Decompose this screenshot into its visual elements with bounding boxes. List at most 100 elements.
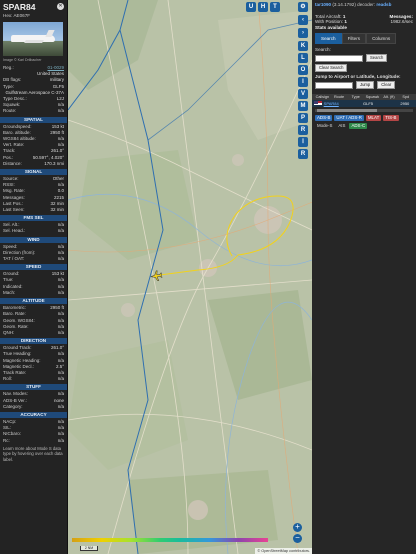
map-side-button[interactable]: P	[298, 113, 308, 123]
search-input[interactable]	[315, 54, 363, 62]
map-toggle-t[interactable]: T	[270, 2, 280, 12]
info-value: 32 min	[50, 207, 64, 213]
jump-input[interactable]	[315, 81, 353, 89]
section-header-altitude[interactable]: ALTITUDE	[0, 298, 67, 305]
source-badge: Mode-S	[317, 123, 333, 129]
info-row: Roll: n/a	[0, 376, 67, 382]
panel-tabs: Search Filters Columns	[315, 33, 413, 45]
row-callsign[interactable]: SPAR84	[322, 101, 340, 106]
map-side-button[interactable]: R	[298, 149, 308, 159]
map-side-button[interactable]: L	[298, 53, 308, 63]
hex-line: Hex: AE067F	[3, 13, 64, 18]
info-header: SPAR84 Hex: AE067F ✕	[0, 0, 67, 20]
table-scrollbar[interactable]	[315, 109, 413, 113]
source-badge: UAT / ADS-R	[334, 115, 364, 122]
summary-label: Reg.:	[3, 65, 14, 70]
chevron-left-icon[interactable]: ‹	[298, 15, 308, 25]
info-label: TAT / OAT:	[3, 256, 25, 262]
col-callsign[interactable]: Callsign	[314, 95, 331, 99]
info-label: Roll:	[3, 376, 13, 382]
clear-search-button[interactable]: Clear Search	[315, 64, 348, 73]
info-row: Last Seen: 32 min	[0, 207, 67, 213]
version-link[interactable]: tar1090	[315, 2, 331, 7]
map-toggle-h[interactable]: H	[258, 2, 268, 12]
map-toggle-u[interactable]: U	[246, 2, 256, 12]
info-label: Sel. Head.:	[3, 228, 26, 234]
col-type[interactable]: Type	[347, 95, 364, 99]
info-row: Mach: n/a	[0, 290, 67, 296]
info-value: n/a	[57, 403, 64, 409]
jump-button[interactable]: Jump	[356, 81, 375, 90]
info-label: Category:	[3, 403, 23, 409]
section-header-accuracy[interactable]: ACCURACY	[0, 411, 67, 418]
summary-block: Reg.: 01-0029 United States DB flags: milita…	[0, 65, 67, 115]
section-header-fms-sel[interactable]: FMS SEL	[0, 215, 67, 222]
col-route[interactable]: Route	[331, 95, 348, 99]
map-scale: 2 NM	[80, 546, 98, 551]
source-badge: ADS-C	[349, 123, 368, 130]
row-squawk	[377, 101, 395, 106]
detail-sections: SPATIAL Groundspeed: 153 kt Baro. altitude:…	[0, 116, 67, 444]
info-row: Sel. Head.: n/a	[0, 228, 67, 234]
chevron-right-icon[interactable]: ›	[298, 28, 308, 38]
jump-label: Jump to Airport or Latitude, Longitude:	[315, 74, 401, 80]
tab-search[interactable]: Search	[315, 33, 342, 45]
section-header-direction[interactable]: DIRECTION	[0, 338, 67, 345]
tab-filters[interactable]: Filters	[341, 33, 367, 45]
stats-available-link[interactable]: Stats available	[315, 25, 347, 31]
map-side-button[interactable]: V	[298, 89, 308, 99]
zoom-in-icon[interactable]: +	[293, 523, 302, 532]
callsign-title: SPAR84	[3, 2, 36, 12]
search-button[interactable]: Search	[366, 54, 388, 63]
altitude-color-legend	[72, 538, 268, 542]
hex-label: Hex:	[3, 13, 13, 18]
info-label: Last Seen:	[3, 207, 25, 213]
section-header-wind[interactable]: WIND	[0, 236, 67, 243]
map-side-button[interactable]: M	[298, 101, 308, 111]
col-speed[interactable]: Spd	[397, 95, 414, 99]
info-value: 170.3 nmi	[44, 160, 64, 166]
stats-block: Total Aircraft: 1 With Position: 1 Stats…	[312, 14, 416, 31]
clear-button[interactable]: Clear	[377, 81, 396, 90]
map-view[interactable]: UHT KLOIVMPRⅠR ⚙ ‹ › + − 2 NM © OpenStre…	[68, 0, 312, 554]
row-type: GLF5	[363, 101, 374, 107]
decoder-link[interactable]: readsb	[376, 2, 391, 7]
info-row: TAT / OAT: n/a	[0, 256, 67, 262]
map-side-button[interactable]: K	[298, 41, 308, 51]
with-position-value: 1	[344, 19, 347, 25]
map-side-button[interactable]: Ⅰ	[298, 137, 308, 147]
source-badge: ADS-B	[315, 115, 333, 122]
section-header-spatial[interactable]: SPATIAL	[0, 116, 67, 123]
source-legend: ADS-B UAT / ADS-R MLAT TIS-B Mode-S AIS ADS-C	[312, 114, 416, 130]
info-value: n/a	[57, 376, 64, 382]
map-side-button[interactable]: I	[298, 77, 308, 87]
search-label: Search:	[315, 47, 331, 53]
row-altitude: 2950	[400, 101, 410, 107]
tab-columns[interactable]: Columns	[366, 33, 397, 45]
hex-value: AE067F	[13, 13, 31, 18]
close-icon[interactable]: ✕	[57, 3, 64, 10]
messages-value: 1982.6/sec	[390, 19, 413, 25]
col-squawk[interactable]: Squawk	[364, 95, 381, 99]
info-label: Mach:	[3, 289, 16, 295]
accuracy-note: Learn more about Mode S data type by hov…	[3, 445, 63, 462]
photo-credit: Image © Karl Drilbacher	[3, 58, 42, 62]
settings-gear-icon[interactable]: ⚙	[298, 2, 308, 12]
with-position-label: With Position:	[315, 19, 344, 25]
info-label: QNH:	[3, 329, 15, 335]
info-row: Distance: 170.3 nmi	[0, 161, 67, 167]
summary-label: Route:	[3, 108, 17, 114]
total-aircraft-value: 1	[342, 13, 346, 19]
map-side-button[interactable]: O	[298, 65, 308, 75]
info-value: n/a	[57, 256, 64, 262]
section-header-signal[interactable]: SIGNAL	[0, 169, 67, 176]
row-route	[340, 101, 358, 106]
map-attribution[interactable]: © OpenStreetMap contributors.	[255, 548, 312, 554]
zoom-out-icon[interactable]: −	[293, 534, 302, 543]
section-header-speed[interactable]: SPEED	[0, 264, 67, 271]
table-row[interactable]: SPAR84 GLF5 2950	[312, 100, 416, 108]
section-header-stuff[interactable]: STUFF	[0, 384, 67, 391]
map-side-button[interactable]: R	[298, 125, 308, 135]
col-altitude[interactable]: Alt. (ft)	[381, 95, 398, 99]
aircraft-photo[interactable]	[3, 22, 63, 56]
